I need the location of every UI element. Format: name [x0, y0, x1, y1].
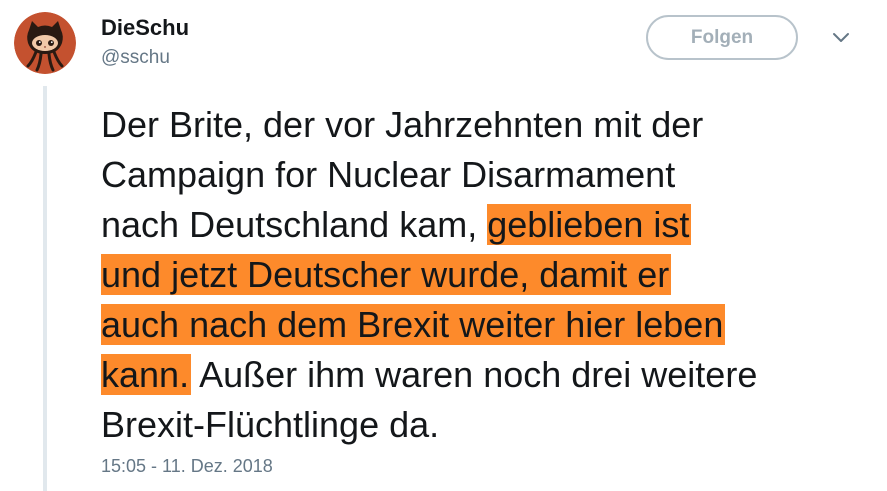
- tweet-line: Brexit-Flüchtlinge da.: [101, 400, 871, 450]
- follow-button[interactable]: Folgen: [646, 15, 798, 60]
- highlighted-text: geblieben ist: [487, 204, 692, 245]
- tweet-text-segment: Campaign for Nuclear Disarmament: [101, 154, 676, 195]
- tweet-text-segment: nach Deutschland kam,: [101, 204, 488, 245]
- chevron-down-icon[interactable]: [832, 32, 850, 44]
- tweet-line: kann. Außer ihm waren noch drei weitere: [101, 350, 871, 400]
- author-display-name[interactable]: DieSchu: [101, 15, 189, 41]
- thread-line: [43, 86, 47, 491]
- tweet-text-segment: Der Brite, der vor Jahrzehnten mit der: [101, 104, 704, 145]
- highlighted-text: und jetzt Deutscher wurde, damit er: [101, 254, 672, 295]
- tweet-line: Der Brite, der vor Jahrzehnten mit der: [101, 100, 871, 150]
- tweet-line: Campaign for Nuclear Disarmament: [101, 150, 871, 200]
- tweet-line: nach Deutschland kam, geblieben ist: [101, 200, 871, 250]
- tweet-text-segment: Brexit-Flüchtlinge da.: [101, 404, 440, 445]
- tweet-text-segment: Außer ihm waren noch drei weitere: [191, 354, 758, 395]
- octocat-avatar-icon: [14, 12, 76, 74]
- tweet-text: Der Brite, der vor Jahrzehnten mit der C…: [101, 100, 871, 450]
- tweet-timestamp[interactable]: 15:05 - 11. Dez. 2018: [101, 456, 273, 477]
- author-handle[interactable]: @sschu: [101, 47, 170, 69]
- highlighted-text: kann.: [101, 354, 192, 395]
- tweet-line: auch nach dem Brexit weiter hier leben: [101, 300, 871, 350]
- tweet-line: und jetzt Deutscher wurde, damit er: [101, 250, 871, 300]
- avatar[interactable]: [14, 12, 76, 74]
- highlighted-text: auch nach dem Brexit weiter hier leben: [101, 304, 726, 345]
